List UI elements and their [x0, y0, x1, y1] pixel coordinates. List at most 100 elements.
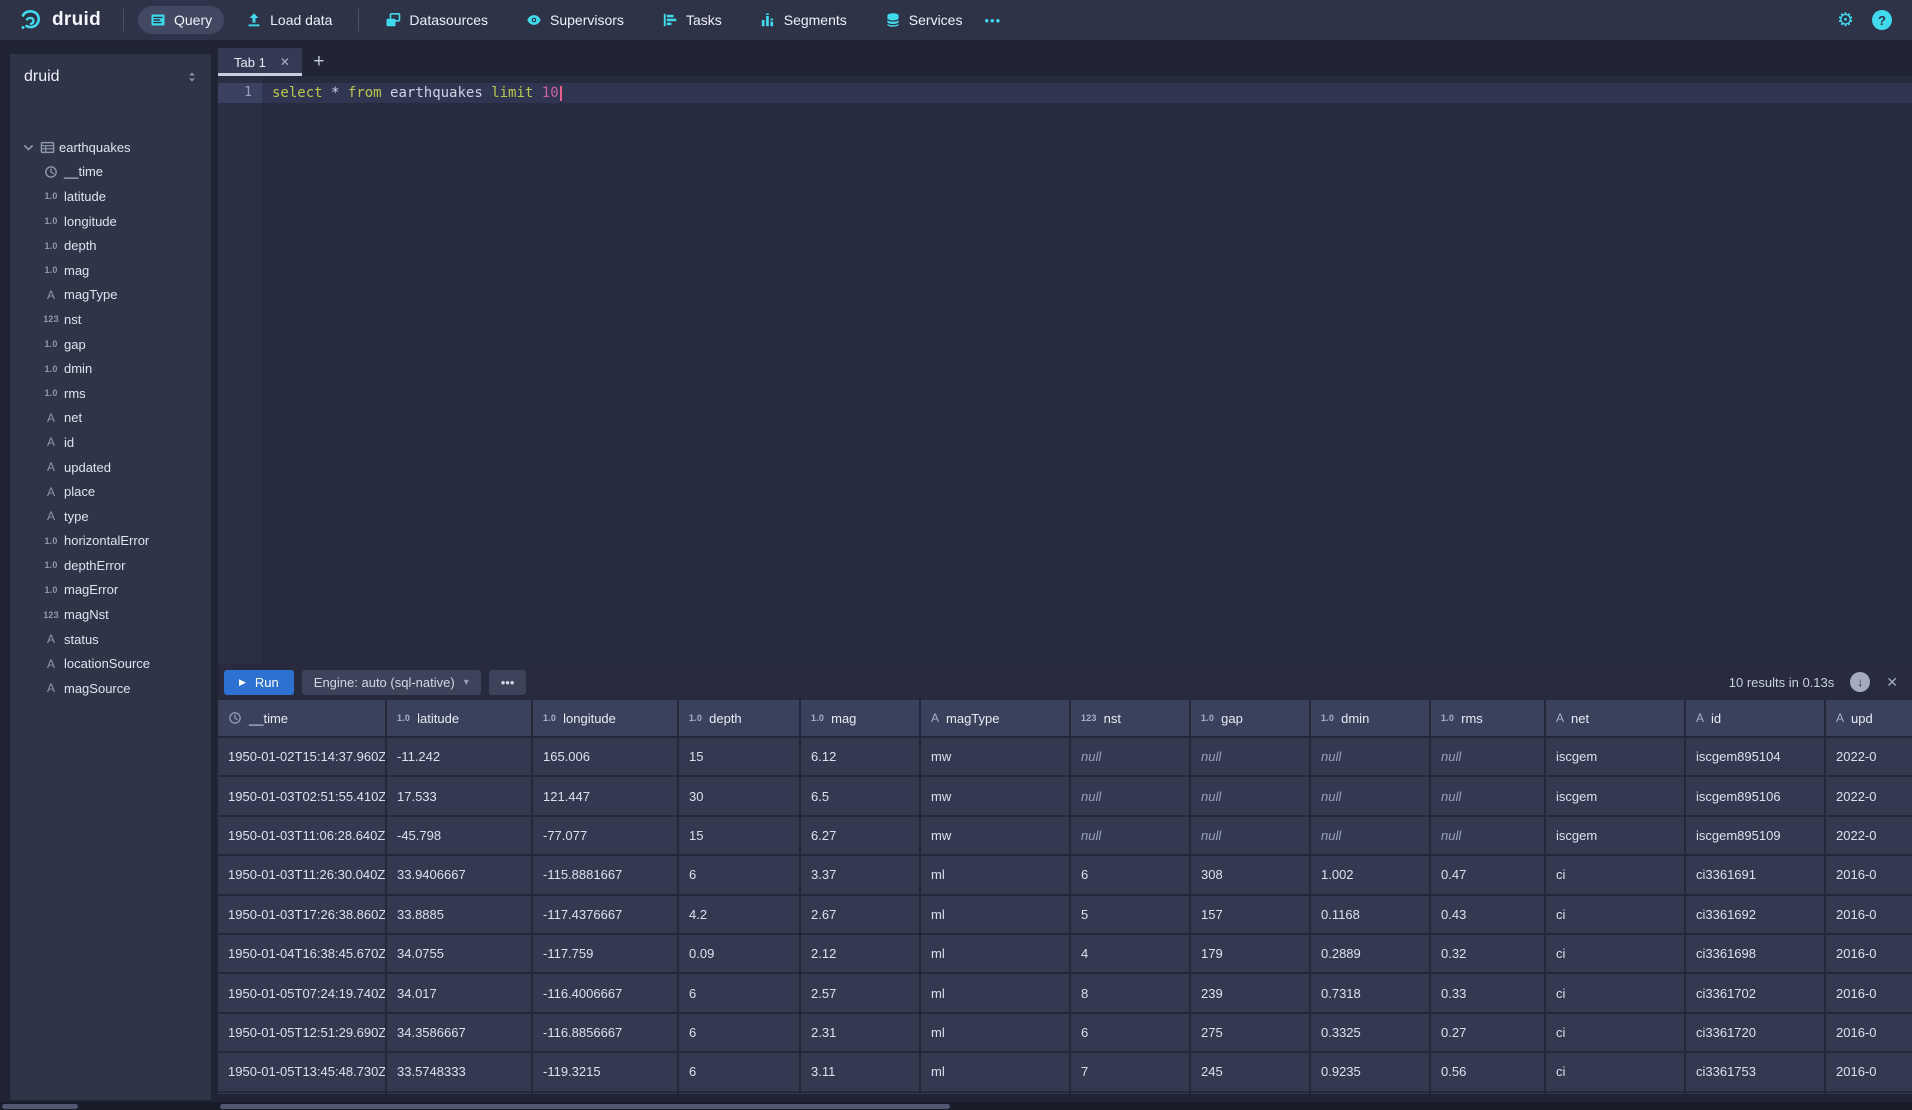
table-cell[interactable]: 7	[1071, 1053, 1191, 1092]
table-cell[interactable]: 6.12	[801, 738, 921, 777]
table-cell[interactable]: 2016-0	[1826, 1014, 1912, 1053]
table-cell[interactable]: ci3361691	[1686, 856, 1826, 895]
nav-item-datasources[interactable]: Datasources	[373, 6, 500, 34]
close-results-icon[interactable]: ✕	[1886, 674, 1898, 691]
table-cell[interactable]: 0.27	[1431, 1014, 1546, 1053]
nav-item-services[interactable]: Services	[873, 6, 975, 34]
column-item-locationSource[interactable]: AlocationSource	[10, 651, 211, 676]
column-item-magSource[interactable]: AmagSource	[10, 676, 211, 701]
table-cell[interactable]: 0.09	[679, 935, 801, 974]
nav-item-supervisors[interactable]: Supervisors	[514, 6, 636, 34]
column-item-mag[interactable]: 1.0mag	[10, 258, 211, 283]
table-cell[interactable]: 1950-01-03T11:06:28.640Z	[218, 817, 387, 856]
table-cell[interactable]: 3.37	[801, 856, 921, 895]
column-item-magError[interactable]: 1.0magError	[10, 578, 211, 603]
table-cell[interactable]: ci	[1546, 1014, 1686, 1053]
help-icon[interactable]: ?	[1872, 10, 1892, 30]
table-cell[interactable]: 1950-01-03T11:26:30.040Z	[218, 856, 387, 895]
column-item-gap[interactable]: 1.0gap	[10, 332, 211, 357]
table-cell[interactable]: 6.5	[801, 777, 921, 816]
table-cell[interactable]: 245	[1191, 1053, 1311, 1092]
table-cell[interactable]: null	[1071, 777, 1191, 816]
table-cell[interactable]: 0.47	[1431, 856, 1546, 895]
table-cell[interactable]: 2022-0	[1826, 738, 1912, 777]
column-item-net[interactable]: Anet	[10, 406, 211, 431]
table-cell[interactable]: 4	[1071, 935, 1191, 974]
table-cell[interactable]: ci	[1546, 896, 1686, 935]
table-cell[interactable]: 1950-01-05T07:24:19.740Z	[218, 974, 387, 1013]
table-cell[interactable]: ci3361698	[1686, 935, 1826, 974]
datasource-row-earthquakes[interactable]: earthquakes	[10, 135, 211, 160]
table-cell[interactable]: 0.2889	[1311, 935, 1431, 974]
table-cell[interactable]: -45.798	[387, 817, 533, 856]
table-cell[interactable]: 179	[1191, 935, 1311, 974]
sql-editor[interactable]: 1 select * from earthquakes limit 10	[218, 76, 1912, 664]
table-cell[interactable]: 15	[679, 817, 801, 856]
add-tab-button[interactable]: +	[302, 48, 336, 76]
table-cell[interactable]: 275	[1191, 1014, 1311, 1053]
nav-more-button[interactable]: •••	[974, 13, 1011, 28]
table-cell[interactable]: ml	[921, 935, 1071, 974]
column-item-depthError[interactable]: 1.0depthError	[10, 553, 211, 578]
table-cell[interactable]: 6	[679, 1053, 801, 1092]
table-cell[interactable]: 2016-0	[1826, 896, 1912, 935]
table-cell[interactable]: 1950-01-03T02:51:55.410Z	[218, 777, 387, 816]
chevron-down-icon[interactable]	[22, 141, 36, 154]
table-cell[interactable]: 0.32	[1431, 935, 1546, 974]
table-cell[interactable]: -11.242	[387, 738, 533, 777]
settings-gear-icon[interactable]: ⚙	[1837, 11, 1854, 30]
table-cell[interactable]: mw	[921, 777, 1071, 816]
table-hscroll-thumb[interactable]	[220, 1104, 950, 1109]
column-item-nst[interactable]: 123nst	[10, 307, 211, 332]
table-cell[interactable]: 34.3586667	[387, 1014, 533, 1053]
table-cell[interactable]: -119.3215	[533, 1053, 679, 1092]
column-item-latitude[interactable]: 1.0latitude	[10, 184, 211, 209]
table-cell[interactable]: null	[1431, 817, 1546, 856]
table-cell[interactable]: null	[1431, 777, 1546, 816]
table-cell[interactable]: 6	[1071, 1014, 1191, 1053]
table-cell[interactable]: 157	[1191, 896, 1311, 935]
column-item-dmin[interactable]: 1.0dmin	[10, 356, 211, 381]
table-cell[interactable]: ml	[921, 856, 1071, 895]
table-cell[interactable]: 2.12	[801, 935, 921, 974]
column-header-upd[interactable]: Aupd	[1826, 700, 1912, 738]
table-cell[interactable]: ci	[1546, 856, 1686, 895]
tab-tab1[interactable]: Tab 1 ✕	[218, 48, 302, 76]
column-header-time[interactable]: __time	[218, 700, 387, 738]
table-cell[interactable]: 2016-0	[1826, 974, 1912, 1013]
table-cell[interactable]: 6	[679, 856, 801, 895]
column-item-type[interactable]: Atype	[10, 504, 211, 529]
table-cell[interactable]: iscgem	[1546, 738, 1686, 777]
download-icon[interactable]: ↓	[1850, 672, 1870, 692]
table-cell[interactable]: 165.006	[533, 738, 679, 777]
column-item-__time[interactable]: __time	[10, 160, 211, 185]
column-item-status[interactable]: Astatus	[10, 627, 211, 652]
table-cell[interactable]: null	[1071, 738, 1191, 777]
table-cell[interactable]: 6	[679, 1014, 801, 1053]
table-cell[interactable]: iscgem	[1546, 777, 1686, 816]
column-header-depth[interactable]: 1.0depth	[679, 700, 801, 738]
table-cell[interactable]: 239	[1191, 974, 1311, 1013]
table-cell[interactable]: 308	[1191, 856, 1311, 895]
tab-close-icon[interactable]: ✕	[280, 55, 290, 69]
druid-logo[interactable]: druid	[10, 7, 109, 33]
column-header-mag[interactable]: 1.0mag	[801, 700, 921, 738]
table-cell[interactable]: ml	[921, 974, 1071, 1013]
table-cell[interactable]: 1950-01-05T13:45:48.730Z	[218, 1053, 387, 1092]
table-cell[interactable]: 121.447	[533, 777, 679, 816]
column-header-nst[interactable]: 123nst	[1071, 700, 1191, 738]
table-cell[interactable]: -117.4376667	[533, 896, 679, 935]
column-item-longitude[interactable]: 1.0longitude	[10, 209, 211, 234]
nav-item-tasks[interactable]: Tasks	[650, 6, 734, 34]
double-caret-sort-icon[interactable]	[185, 70, 199, 84]
table-cell[interactable]: 0.9235	[1311, 1053, 1431, 1092]
column-item-magType[interactable]: AmagType	[10, 283, 211, 308]
table-cell[interactable]: null	[1191, 777, 1311, 816]
table-cell[interactable]: 1950-01-04T16:38:45.670Z	[218, 935, 387, 974]
table-cell[interactable]: null	[1311, 817, 1431, 856]
table-cell[interactable]: null	[1071, 817, 1191, 856]
table-cell[interactable]: 2016-0	[1826, 1053, 1912, 1092]
nav-item-load-data[interactable]: Load data	[234, 6, 344, 34]
table-cell[interactable]: 15	[679, 738, 801, 777]
table-cell[interactable]: ml	[921, 1053, 1071, 1092]
